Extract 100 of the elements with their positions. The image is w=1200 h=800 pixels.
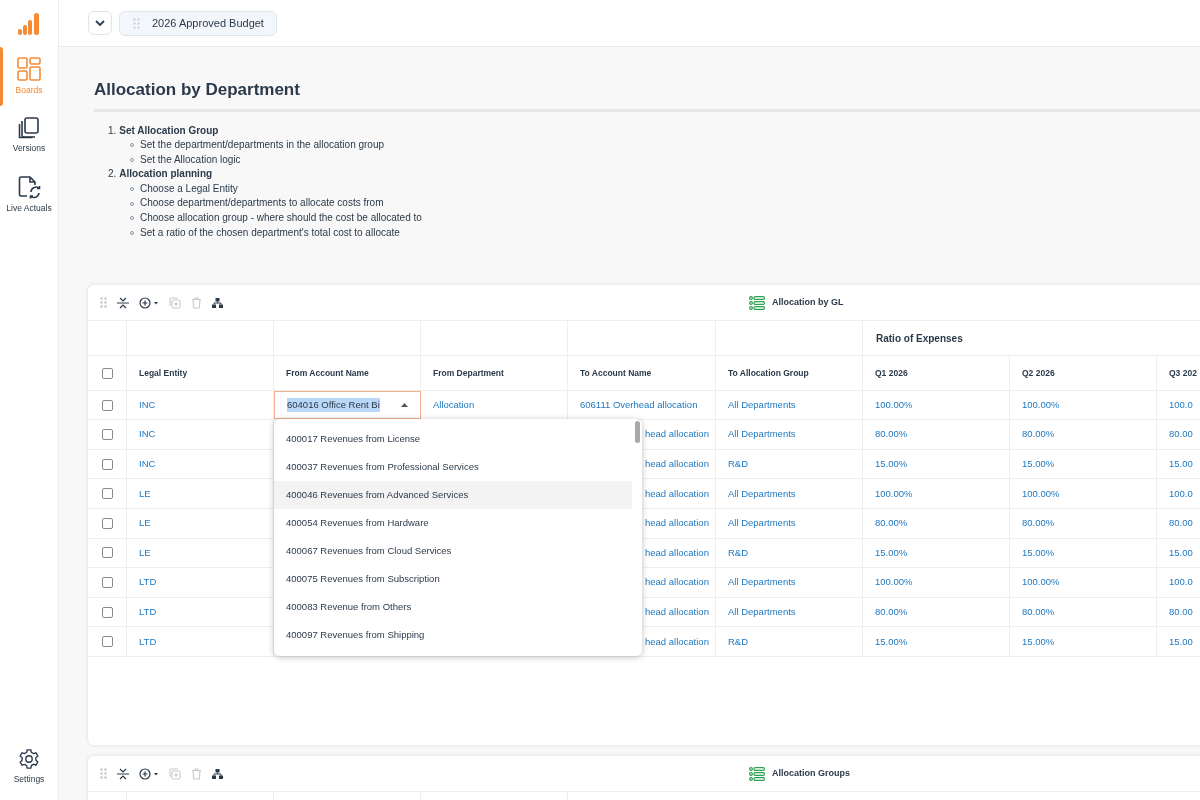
table-cell[interactable]: 15.00 bbox=[1169, 545, 1193, 561]
table-cell[interactable]: 80.00% bbox=[875, 427, 908, 442]
table-cell[interactable]: 100.0 bbox=[1169, 575, 1193, 590]
dropdown-option[interactable]: 400037 Revenues from Professional Services bbox=[274, 453, 632, 482]
column-header: From Account Name bbox=[286, 366, 369, 380]
table-cell[interactable]: 100.0 bbox=[1169, 398, 1193, 413]
table-cell[interactable]: 100.00% bbox=[1022, 398, 1060, 413]
table-cell[interactable]: LE bbox=[139, 486, 151, 501]
table-cell[interactable]: head allocation bbox=[645, 575, 709, 590]
table-cell[interactable]: head allocation bbox=[645, 545, 709, 561]
collapse-rows-icon[interactable] bbox=[117, 296, 129, 309]
dropdown-option[interactable]: 400054 Revenues from Hardware bbox=[274, 509, 632, 538]
add-icon[interactable] bbox=[139, 767, 159, 780]
table-cell[interactable]: R&D bbox=[728, 634, 749, 649]
step-heading: Set Allocation Group bbox=[119, 123, 219, 138]
dropdown-option[interactable]: 400075 Revenues from Subscription bbox=[274, 565, 632, 594]
table-cell[interactable]: R&D bbox=[728, 457, 749, 472]
drag-handle-icon[interactable] bbox=[100, 768, 107, 780]
sidebar-item[interactable]: Versions bbox=[0, 106, 58, 165]
step-number: 2. bbox=[108, 167, 117, 182]
table-cell[interactable]: INC bbox=[139, 398, 156, 413]
table-cell[interactable]: INC bbox=[139, 427, 156, 442]
table-cell[interactable]: 15.00 bbox=[1169, 457, 1193, 472]
row-checkbox[interactable] bbox=[101, 399, 113, 411]
table-cell[interactable]: 80.00% bbox=[1022, 516, 1055, 531]
table-cell[interactable]: All Departments bbox=[728, 486, 796, 501]
dropdown-option[interactable]: 400046 Revenues from Advanced Services bbox=[274, 481, 632, 510]
scrollbar[interactable] bbox=[635, 421, 640, 444]
table-cell[interactable]: All Departments bbox=[728, 605, 796, 620]
collapse-button[interactable] bbox=[88, 11, 112, 35]
table-cell[interactable]: 80.00 bbox=[1169, 605, 1193, 620]
sidebar-item[interactable]: Boards bbox=[0, 47, 58, 106]
chevron-down-icon bbox=[95, 19, 105, 27]
dropdown-option[interactable]: 400097 Revenues from Shipping bbox=[274, 621, 632, 650]
table-cell[interactable]: LTD bbox=[139, 634, 157, 649]
table-cell[interactable]: 15.00% bbox=[875, 457, 908, 472]
table-cell[interactable]: 15.00% bbox=[1022, 457, 1055, 472]
select-all-checkbox[interactable] bbox=[101, 367, 113, 379]
table-cell[interactable]: 100.00% bbox=[1022, 575, 1060, 590]
table-cell[interactable]: 80.00% bbox=[875, 516, 908, 531]
table-cell[interactable]: head allocation bbox=[645, 427, 709, 442]
dropdown-option[interactable]: 400083 Revenue from Others bbox=[274, 593, 632, 622]
table-cell[interactable]: head allocation bbox=[645, 457, 709, 472]
row-checkbox[interactable] bbox=[101, 488, 113, 500]
row-checkbox[interactable] bbox=[101, 517, 113, 529]
table-cell[interactable]: head allocation bbox=[645, 605, 709, 620]
hierarchy-icon[interactable] bbox=[212, 768, 223, 779]
table-cell[interactable]: LE bbox=[139, 516, 151, 531]
table-cell[interactable]: head allocation bbox=[645, 486, 709, 501]
table-cell[interactable]: LTD bbox=[139, 575, 157, 590]
table-cell[interactable]: 100.00% bbox=[875, 486, 913, 501]
column-header: Legal Entity bbox=[139, 366, 188, 380]
table-cell[interactable]: 80.00 bbox=[1169, 427, 1193, 442]
table-cell[interactable]: INC bbox=[139, 457, 156, 472]
table-cell[interactable]: 80.00% bbox=[875, 605, 908, 620]
table-cell[interactable]: 100.00% bbox=[1022, 486, 1060, 501]
table-cell[interactable]: 15.00% bbox=[875, 545, 908, 561]
table-cell[interactable]: 15.00% bbox=[1022, 634, 1055, 649]
table-cell[interactable]: 100.00% bbox=[875, 398, 913, 413]
table-cell[interactable]: 100.00% bbox=[875, 575, 913, 590]
table-cell[interactable]: All Departments bbox=[728, 575, 796, 590]
table-cell[interactable]: R&D bbox=[728, 545, 749, 561]
table-cell[interactable]: All Departments bbox=[728, 516, 796, 531]
account-select[interactable]: 604016 Office Rent Bi bbox=[274, 391, 421, 420]
table-cell[interactable]: LTD bbox=[139, 605, 157, 620]
table-cell[interactable]: All Departments bbox=[728, 427, 796, 442]
table-cell[interactable]: 80.00% bbox=[1022, 427, 1055, 442]
hierarchy-icon[interactable] bbox=[212, 297, 223, 308]
column-header: Q3 202 bbox=[1169, 366, 1197, 380]
settings-button[interactable]: Settings bbox=[0, 748, 58, 786]
row-checkbox[interactable] bbox=[101, 547, 113, 559]
table-cell[interactable]: Allocation bbox=[433, 398, 475, 413]
table-title: Allocation by GL bbox=[772, 296, 844, 309]
column-header: To Allocation Group bbox=[728, 366, 809, 380]
table-cell[interactable]: head allocation bbox=[645, 634, 709, 649]
drag-handle-icon[interactable] bbox=[100, 297, 107, 309]
table-cell[interactable]: All Departments bbox=[728, 398, 796, 413]
table-cell[interactable]: 15.00% bbox=[1022, 545, 1055, 561]
dropdown-option[interactable]: 400067 Revenues from Cloud Services bbox=[274, 537, 632, 566]
table-cell[interactable]: 100.0 bbox=[1169, 486, 1193, 501]
row-checkbox[interactable] bbox=[101, 577, 113, 588]
step-text: Set a ratio of the chosen department's total cost to allocate bbox=[140, 225, 400, 240]
board-tab[interactable]: 2026 Approved Budget bbox=[119, 10, 277, 36]
table-cell[interactable]: 80.00 bbox=[1169, 516, 1193, 531]
add-icon[interactable] bbox=[139, 296, 159, 309]
collapse-rows-icon[interactable] bbox=[117, 767, 129, 780]
row-checkbox[interactable] bbox=[101, 429, 113, 441]
sidebar-item[interactable]: Live Actuals bbox=[0, 165, 58, 224]
table-cell[interactable]: 80.00% bbox=[1022, 605, 1055, 620]
row-checkbox[interactable] bbox=[101, 606, 113, 618]
column-header: Q2 2026 bbox=[1022, 366, 1055, 380]
row-checkbox[interactable] bbox=[101, 458, 113, 470]
table-cell[interactable]: LE bbox=[139, 545, 151, 561]
table-cell[interactable]: 606111 Overhead allocation bbox=[580, 398, 698, 413]
table-cell[interactable]: 15.00 bbox=[1169, 634, 1193, 649]
dropdown-option[interactable]: 400017 Revenues from License bbox=[274, 425, 632, 454]
table-cell[interactable]: 15.00% bbox=[875, 634, 908, 649]
group-header: Ratio of Expenses bbox=[876, 331, 963, 346]
row-checkbox[interactable] bbox=[101, 636, 113, 648]
table-cell[interactable]: head allocation bbox=[645, 516, 709, 531]
